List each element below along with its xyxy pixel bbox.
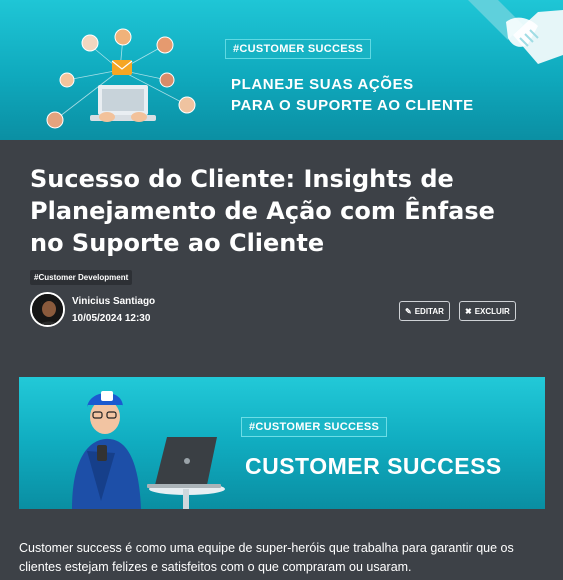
banner-headline-line1: PLANEJE SUAS AÇÕES [231, 76, 414, 93]
banner-headline-line2: PARA O SUPORTE AO CLIENTE [231, 97, 474, 114]
handshake-icon [468, 0, 563, 64]
header-banner-image: #CUSTOMER SUCCESS PLANEJE SUAS AÇÕES PAR… [0, 0, 563, 140]
edit-button[interactable]: ✎ EDITAR [399, 301, 450, 321]
article-body-paragraph: Customer success é como uma equipe de su… [19, 541, 514, 574]
category-tag[interactable]: #Customer Development [30, 270, 133, 285]
author-name[interactable]: Vinicius Santiago [72, 296, 155, 307]
close-icon: ✖ [465, 306, 472, 316]
banner2-tag: #CUSTOMER SUCCESS [241, 417, 388, 437]
delete-button-label: EXCLUIR [474, 306, 510, 316]
customer-success-hero-illustration [72, 391, 225, 509]
banner2-headline: CUSTOMER SUCCESS [245, 453, 502, 479]
edit-button-label: EDITAR [414, 306, 444, 316]
delete-button[interactable]: ✖ EXCLUIR [459, 301, 516, 321]
banner-tag: #CUSTOMER SUCCESS [225, 39, 372, 59]
avatar-photo [32, 294, 63, 325]
pencil-icon: ✎ [405, 306, 412, 316]
author-avatar[interactable] [30, 292, 65, 327]
customer-network-illustration [46, 28, 196, 129]
post-date: 10/05/2024 12:30 [72, 313, 151, 324]
article-title: Sucesso do Cliente: Insights de Planejam… [30, 165, 495, 257]
article-banner-image: #CUSTOMER SUCCESS CUSTOMER SUCCESS [19, 377, 545, 509]
